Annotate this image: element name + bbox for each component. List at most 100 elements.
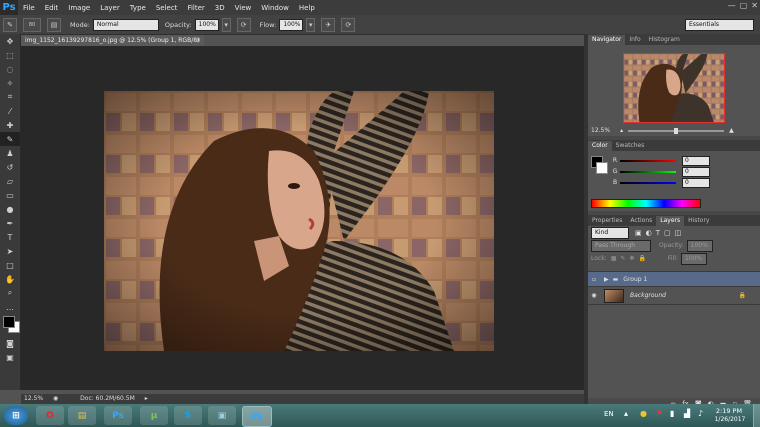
opera-taskbar-icon[interactable]: O	[36, 406, 64, 425]
layer-filter-select[interactable]: Kind	[591, 226, 629, 239]
brush-panel-icon[interactable]: ▤	[47, 17, 61, 32]
menu-window[interactable]: Window	[256, 4, 294, 12]
photoshop-active-taskbar-icon[interactable]: Ps	[242, 406, 272, 427]
pen-tool-icon[interactable]: ✒	[0, 216, 20, 230]
workspace-select[interactable]: Essentials	[685, 19, 754, 31]
status-arrow-icon[interactable]: ▸	[145, 395, 148, 402]
eye-icon[interactable]: ◉	[588, 292, 600, 299]
tab-actions[interactable]: Actions	[626, 216, 656, 226]
tray-power-icon[interactable]: ▮	[670, 409, 674, 418]
show-desktop-button[interactable]	[753, 404, 760, 427]
pressure-opacity-icon[interactable]: ⟳	[236, 17, 251, 32]
brush-tool-icon[interactable]: ✎	[0, 132, 20, 146]
navigator-zoom-slider[interactable]	[628, 127, 725, 134]
mode-select[interactable]: Normal	[92, 18, 159, 31]
tab-info[interactable]: Info	[625, 35, 644, 45]
g-slider[interactable]	[620, 170, 676, 173]
hand-tool-icon[interactable]: ✋	[0, 272, 20, 286]
type-tool-icon[interactable]: T	[0, 230, 20, 244]
r-slider[interactable]	[620, 159, 676, 162]
brush-size-picker[interactable]: 80	[23, 17, 41, 32]
opacity-field[interactable]: 100%	[194, 18, 219, 31]
navigator-thumbnail[interactable]	[623, 53, 725, 123]
layer-name[interactable]: Background	[630, 292, 666, 299]
close-button[interactable]: ✕	[751, 1, 758, 10]
path-select-tool-icon[interactable]: ➤	[0, 244, 20, 258]
filter-smart-icon[interactable]: ◫	[675, 229, 682, 237]
menu-layer[interactable]: Layer	[95, 4, 125, 12]
crop-tool-icon[interactable]: ⌗	[0, 90, 20, 104]
zoom-out-icon[interactable]: ▴	[620, 127, 623, 134]
marquee-tool-icon[interactable]: ⬚	[0, 48, 20, 62]
start-button[interactable]: ⊞	[4, 406, 28, 425]
layer-name[interactable]: Group 1	[623, 276, 647, 283]
status-zoom[interactable]: 12.5%	[24, 395, 43, 402]
tab-layers[interactable]: Layers	[656, 216, 685, 226]
layer-opacity-field[interactable]: 100%	[686, 239, 713, 252]
menu-help[interactable]: Help	[294, 4, 320, 12]
airbrush-icon[interactable]: ✈	[321, 17, 336, 32]
tray-arrow-icon[interactable]: ▴	[624, 409, 628, 418]
move-tool-icon[interactable]: ✥	[0, 34, 20, 48]
color-spectrum[interactable]	[591, 199, 701, 208]
pressure-size-icon[interactable]: ⟳	[341, 17, 356, 32]
skype-taskbar-icon[interactable]: S	[174, 406, 202, 425]
lock-all-icon[interactable]: 🔒	[638, 255, 645, 262]
lock-pixels-icon[interactable]: ▦	[611, 255, 617, 262]
photos-taskbar-icon[interactable]: ▣	[208, 406, 236, 425]
zoom-tool-icon[interactable]: ⌕	[0, 286, 20, 300]
navigator-zoom-value[interactable]: 12.5%	[591, 127, 610, 134]
tray-network-icon[interactable]: ▟	[684, 409, 690, 418]
r-value[interactable]: 0	[682, 155, 710, 166]
stamp-tool-icon[interactable]: ♟	[0, 146, 20, 160]
document-close-icon[interactable]: ×	[196, 35, 201, 46]
clock-date[interactable]: 1/26/2017	[712, 416, 748, 423]
tab-histogram[interactable]: Histogram	[645, 35, 684, 45]
photoshop-taskbar-icon[interactable]: Ps	[104, 406, 132, 425]
g-value[interactable]: 0	[682, 166, 710, 177]
lock-paint-icon[interactable]: ✎	[620, 255, 625, 262]
blend-mode-select[interactable]: Pass Through	[591, 239, 651, 252]
filter-adjust-icon[interactable]: ◐	[646, 229, 652, 237]
history-brush-tool-icon[interactable]: ↺	[0, 160, 20, 174]
menu-view[interactable]: View	[230, 4, 257, 12]
menu-edit[interactable]: Edit	[40, 4, 64, 12]
tab-swatches[interactable]: Swatches	[612, 141, 649, 151]
menu-type[interactable]: Type	[125, 4, 151, 12]
gradient-tool-icon[interactable]: ▭	[0, 188, 20, 202]
tray-app-icon[interactable]: ●	[640, 409, 647, 418]
menu-file[interactable]: File	[18, 4, 40, 12]
layer-row[interactable]: ◉ Background 🔒	[588, 287, 760, 305]
menu-filter[interactable]: Filter	[182, 4, 209, 12]
tab-color[interactable]: Color	[588, 141, 612, 151]
extra-tools-icon[interactable]: …	[0, 300, 20, 314]
zoom-in-icon[interactable]: ▲	[729, 127, 734, 134]
lasso-tool-icon[interactable]: ◌	[0, 62, 20, 76]
tab-history[interactable]: History	[684, 216, 713, 226]
document-tab[interactable]: img_1152_16139297816_o.jpg @ 12.5% (Grou…	[21, 35, 204, 55]
quick-select-tool-icon[interactable]: ✧	[0, 76, 20, 90]
flow-dropdown-icon[interactable]: ▾	[306, 17, 316, 32]
utorrent-taskbar-icon[interactable]: µ	[140, 406, 168, 425]
brush-preset-icon[interactable]: ✎	[3, 17, 17, 32]
navigator-zoom-thumb[interactable]	[674, 127, 679, 134]
tab-navigator[interactable]: Navigator	[588, 35, 626, 45]
screen-mode-icon[interactable]: ▣	[0, 350, 20, 364]
tray-volume-icon[interactable]: ♪	[698, 409, 703, 418]
status-info-icon[interactable]: ◉	[53, 395, 58, 402]
language-indicator[interactable]: EN	[604, 410, 614, 418]
clock-time[interactable]: 2:19 PM	[712, 407, 746, 415]
menu-image[interactable]: Image	[63, 4, 95, 12]
layer-row[interactable]: ▫ ▶ ▬ Group 1	[588, 272, 760, 287]
tray-flag-icon[interactable]: ⚑	[656, 409, 663, 418]
fill-field[interactable]: 100%	[680, 252, 707, 265]
flow-field[interactable]: 100%	[279, 18, 304, 31]
shape-tool-icon[interactable]: □	[0, 258, 20, 272]
color-bg-swatch[interactable]	[596, 162, 608, 174]
menu-3d[interactable]: 3D	[210, 4, 230, 12]
b-slider[interactable]	[620, 181, 676, 184]
eyedropper-tool-icon[interactable]: ⁄	[0, 104, 20, 118]
minimize-button[interactable]: —	[728, 1, 736, 10]
explorer-taskbar-icon[interactable]: ▤	[68, 406, 96, 425]
filter-pixel-icon[interactable]: ▣	[635, 229, 642, 237]
